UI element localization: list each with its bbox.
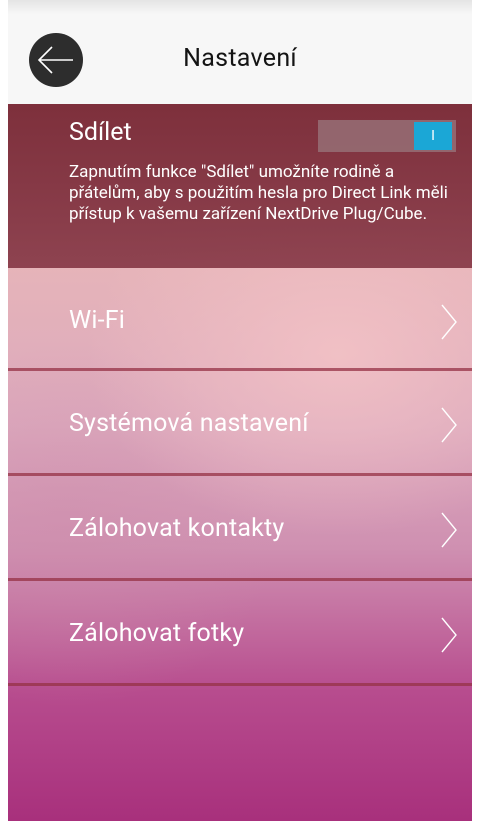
share-title: Sdílet <box>69 118 132 147</box>
menu-item-backup-contacts[interactable]: Zálohovat kontakty <box>8 476 472 581</box>
chevron-right-icon <box>441 304 457 340</box>
settings-screen: Nastavení Sdílet I Zapnutím funkce "Sdíl… <box>8 0 472 821</box>
share-section: Sdílet I Zapnutím funkce "Sdílet" umožní… <box>8 104 472 268</box>
status-bar-shadow <box>8 0 472 14</box>
settings-menu: Wi-Fi Systémová nastavení Zálohovat kont… <box>8 268 472 686</box>
menu-item-backup-photos[interactable]: Zálohovat fotky <box>8 581 472 686</box>
chevron-right-icon <box>441 407 457 443</box>
menu-item-label: Zálohovat kontakty <box>69 514 285 543</box>
share-toggle-knob: I <box>414 122 452 150</box>
chevron-right-icon <box>441 617 457 653</box>
menu-item-label: Systémová nastavení <box>69 409 309 438</box>
share-description: Zapnutím funkce "Sdílet" umožníte rodině… <box>69 162 448 224</box>
menu-item-system-settings[interactable]: Systémová nastavení <box>8 371 472 476</box>
menu-item-label: Zálohovat fotky <box>69 619 245 648</box>
settings-content: Sdílet I Zapnutím funkce "Sdílet" umožní… <box>8 104 472 821</box>
share-toggle[interactable]: I <box>318 120 456 152</box>
menu-item-label: Wi-Fi <box>69 306 126 335</box>
chevron-right-icon <box>441 512 457 548</box>
menu-item-wifi[interactable]: Wi-Fi <box>8 268 472 371</box>
app-header: Nastavení <box>8 14 472 104</box>
page-title: Nastavení <box>183 44 297 73</box>
